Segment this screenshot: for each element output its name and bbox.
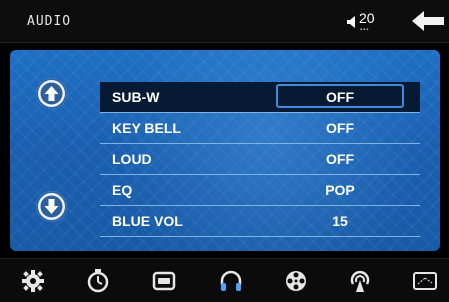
- screen-calibrate-icon[interactable]: [412, 268, 438, 294]
- timer-icon[interactable]: [85, 268, 111, 294]
- back-button[interactable]: [410, 9, 446, 33]
- setting-label: KEY BELL: [112, 120, 181, 136]
- setting-row-sub-w[interactable]: SUB-W OFF: [100, 82, 420, 113]
- volume-indicator[interactable]: 20 ▪▪▪: [346, 10, 396, 36]
- setting-label: BLUE VOL: [112, 213, 183, 229]
- bottom-nav-bar: [0, 258, 449, 302]
- setting-value[interactable]: OFF: [276, 120, 404, 136]
- setting-value[interactable]: OFF: [276, 151, 404, 167]
- setting-row-loud[interactable]: LOUD OFF: [100, 144, 420, 175]
- setting-value[interactable]: OFF: [276, 89, 404, 105]
- radio-broadcast-icon[interactable]: [347, 268, 373, 294]
- setting-row-key-bell[interactable]: KEY BELL OFF: [100, 113, 420, 144]
- audio-settings-screen: AUDIO 20 ▪▪▪ SUB-W OFF KEY BELL OFF LOUD…: [0, 0, 449, 302]
- volume-bars-icon: ▪▪▪: [360, 27, 370, 33]
- volume-level: 20: [359, 10, 375, 26]
- scroll-up-button[interactable]: [36, 78, 67, 109]
- video-reel-icon[interactable]: [283, 268, 309, 294]
- display-icon[interactable]: [151, 268, 177, 294]
- audio-settings-list: SUB-W OFF KEY BELL OFF LOUD OFF EQ POP B…: [100, 82, 420, 237]
- setting-value[interactable]: 15: [276, 213, 404, 229]
- scroll-down-button[interactable]: [36, 191, 67, 222]
- setting-label: LOUD: [112, 151, 152, 167]
- setting-row-blue-vol[interactable]: BLUE VOL 15: [100, 206, 420, 237]
- arrow-down-icon: [40, 195, 63, 218]
- settings-gear-icon[interactable]: [20, 268, 46, 294]
- audio-headphones-icon[interactable]: [218, 268, 244, 294]
- arrow-up-icon: [40, 82, 63, 105]
- setting-label: SUB-W: [112, 89, 160, 105]
- top-bar: AUDIO 20 ▪▪▪: [0, 0, 449, 43]
- back-arrow-icon: [412, 11, 444, 31]
- setting-value[interactable]: POP: [276, 182, 404, 198]
- speaker-icon: [347, 16, 355, 28]
- page-title: AUDIO: [27, 14, 72, 29]
- setting-label: EQ: [112, 182, 133, 198]
- setting-row-eq[interactable]: EQ POP: [100, 175, 420, 206]
